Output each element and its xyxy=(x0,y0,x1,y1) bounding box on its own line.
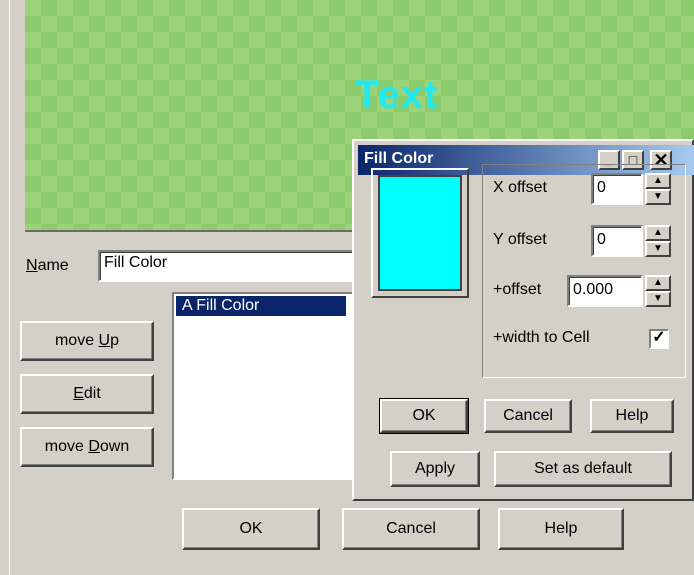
spin-up-icon[interactable]: ▲ xyxy=(645,225,671,241)
x-offset-spinner[interactable]: ▲ ▼ xyxy=(645,173,671,205)
spin-down-icon[interactable]: ▼ xyxy=(645,291,671,307)
x-offset-input[interactable]: 0 xyxy=(591,173,643,205)
spin-up-icon[interactable]: ▲ xyxy=(645,275,671,291)
dialog-title: Fill Color xyxy=(364,150,434,167)
x-offset-label: X offset xyxy=(493,179,547,196)
dialog-help-button[interactable]: Help xyxy=(590,399,674,433)
name-input[interactable]: Fill Color xyxy=(98,250,362,282)
spin-down-icon[interactable]: ▼ xyxy=(645,189,671,205)
apply-button[interactable]: Apply xyxy=(390,451,480,487)
dialog-cancel-button[interactable]: Cancel xyxy=(484,399,572,433)
y-offset-spinner[interactable]: ▲ ▼ xyxy=(645,225,671,257)
dialog-ok-button[interactable]: OK xyxy=(379,398,469,434)
spin-down-icon[interactable]: ▼ xyxy=(645,241,671,257)
color-swatch-button[interactable] xyxy=(371,168,469,298)
color-swatch xyxy=(378,175,462,291)
plus-offset-label: +offset xyxy=(493,281,542,298)
move-up-button[interactable]: move Up xyxy=(20,321,154,361)
plus-offset-spinner[interactable]: ▲ ▼ xyxy=(645,275,671,307)
name-label: Name xyxy=(26,257,69,274)
spin-up-icon[interactable]: ▲ xyxy=(645,173,671,189)
offset-group: X offset 0 ▲ ▼ Y offset 0 ▲ ▼ +offset 0.… xyxy=(482,164,686,378)
plus-offset-input[interactable]: 0.000 xyxy=(567,275,643,307)
width-to-cell-label: +width to Cell xyxy=(493,329,590,346)
y-offset-label: Y offset xyxy=(493,231,547,248)
ok-button[interactable]: OK xyxy=(182,508,320,550)
preview-text: Text xyxy=(355,73,439,117)
set-as-default-button[interactable]: Set as default xyxy=(494,451,672,487)
list-item[interactable]: A Fill Color xyxy=(176,296,346,316)
move-down-button[interactable]: move Down xyxy=(20,427,154,467)
edit-button[interactable]: Edit xyxy=(20,374,154,414)
help-button[interactable]: Help xyxy=(498,508,624,550)
width-to-cell-checkbox[interactable]: ✓ xyxy=(649,329,669,349)
layer-list[interactable]: A Fill Color xyxy=(172,292,362,480)
y-offset-input[interactable]: 0 xyxy=(591,225,643,257)
cancel-button[interactable]: Cancel xyxy=(342,508,480,550)
fill-color-dialog: Fill Color _ □ ✕ X offset 0 ▲ ▼ Y offset… xyxy=(352,139,694,501)
window-edge xyxy=(0,0,10,575)
